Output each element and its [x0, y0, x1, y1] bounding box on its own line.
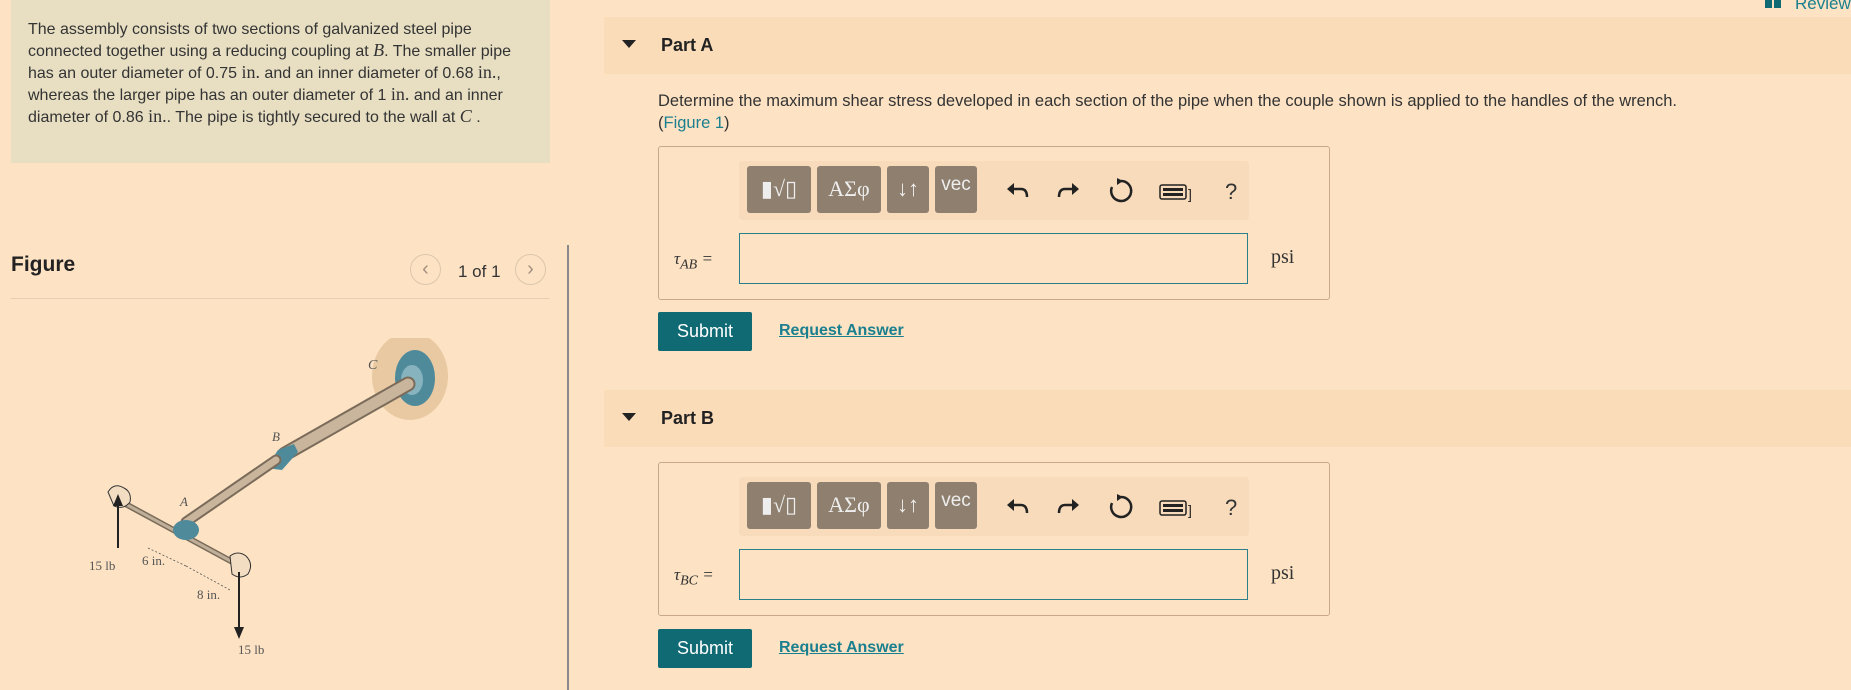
next-figure-button[interactable]: › [515, 254, 546, 285]
part-a-answer-box: ▮√▯ ΑΣφ ↓↑ vec ] ? τAB = psi [658, 146, 1330, 300]
keyboard-icon[interactable]: ] [1157, 491, 1197, 523]
arrows-button[interactable]: ↓↑ [887, 166, 929, 213]
tau-ab-label: τAB = [674, 249, 713, 273]
tau-subscript: AB [680, 257, 698, 273]
templates-button[interactable]: ▮√▯ [747, 166, 811, 213]
pipe-wrench-figure: C B A 15 lb 6 in. 8 in. 15 lb [90, 338, 448, 657]
keyboard-icon[interactable]: ] [1157, 175, 1197, 207]
panel-divider [567, 245, 569, 690]
vector-button[interactable]: vec [935, 166, 977, 213]
label-a: A [179, 494, 188, 509]
unit-in-2: in. [477, 62, 497, 82]
equals-sign: = [697, 565, 714, 584]
label-c: C [368, 358, 378, 373]
templates-button[interactable]: ▮√▯ [747, 482, 811, 529]
equals-sign: = [697, 249, 713, 268]
part-b-units: psi [1271, 562, 1295, 584]
svg-text:]: ] [1188, 502, 1192, 518]
tau-subscript: BC [680, 573, 698, 589]
greek-symbols-button[interactable]: ΑΣφ [817, 482, 881, 529]
math-toolbar: ▮√▯ ΑΣφ ↓↑ vec ] ? [739, 477, 1249, 536]
wrench-hub [173, 520, 199, 540]
figure-divider [11, 298, 549, 299]
problem-text-6: . The pipe is tightly secured to the wal… [166, 109, 460, 126]
review-icon[interactable] [1765, 0, 1781, 8]
tau-bc-input[interactable] [739, 549, 1248, 600]
point-b-symbol: B [373, 40, 385, 60]
small-pipe [182, 456, 280, 526]
figure-pager-text: 1 of 1 [458, 262, 501, 281]
force-arrowhead-down [234, 627, 244, 639]
greek-symbols-button[interactable]: ΑΣφ [817, 166, 881, 213]
problem-text-3: and an inner diameter of 0.68 [259, 65, 478, 82]
prev-figure-button[interactable]: ‹ [410, 254, 441, 285]
part-a-submit-button[interactable]: Submit [658, 312, 752, 351]
redo-icon[interactable] [1053, 491, 1085, 523]
undo-icon[interactable] [1001, 491, 1033, 523]
large-pipe [279, 378, 414, 460]
label-b: B [272, 429, 280, 444]
redo-icon[interactable] [1053, 175, 1085, 207]
help-icon[interactable]: ? [1225, 495, 1237, 521]
figure-title: Figure [11, 253, 76, 276]
point-c-symbol: C [459, 106, 472, 126]
tau-bc-label: τBC = [674, 565, 714, 589]
part-a-units: psi [1271, 246, 1295, 268]
left-panel: The assembly consists of two sections of… [0, 0, 567, 690]
help-icon[interactable]: ? [1225, 179, 1237, 205]
collapse-triangle-icon[interactable] [622, 413, 636, 421]
part-a-header[interactable]: Part A [604, 17, 1851, 74]
unit-in-4: in. [148, 106, 167, 126]
math-toolbar: ▮√▯ ΑΣφ ↓↑ vec ] ? [739, 161, 1249, 220]
right-hand [229, 552, 252, 578]
problem-statement: The assembly consists of two sections of… [11, 0, 550, 163]
reset-icon[interactable] [1105, 491, 1137, 523]
unit-in-1: in. [241, 62, 260, 82]
part-a-question: Determine the maximum shear stress devel… [658, 90, 1677, 134]
collapse-triangle-icon[interactable] [622, 40, 636, 48]
review-link[interactable]: Review [1795, 0, 1851, 14]
arrows-button[interactable]: ↓↑ [887, 482, 929, 529]
vector-button[interactable]: vec [935, 482, 977, 529]
problem-text-7: . [471, 109, 481, 126]
paren-close: ) [724, 114, 730, 132]
question-text: Determine the maximum shear stress devel… [658, 92, 1678, 110]
svg-text:]: ] [1188, 186, 1192, 202]
part-b-answer-box: ▮√▯ ΑΣφ ↓↑ vec ] ? τBC = psi [658, 462, 1330, 616]
part-b-header[interactable]: Part B [604, 390, 1851, 447]
part-a-request-answer-link[interactable]: Request Answer [779, 322, 904, 340]
unit-in-3: in. [390, 84, 410, 104]
reset-icon[interactable] [1105, 175, 1137, 207]
part-b-title: Part B [661, 408, 715, 428]
label-load-left: 15 lb [90, 558, 115, 573]
label-load-bottom: 15 lb [238, 642, 264, 657]
part-a-title: Part A [661, 35, 714, 55]
tau-ab-input[interactable] [739, 233, 1248, 284]
label-dim-6: 6 in. [142, 553, 165, 568]
label-dim-8: 8 in. [197, 587, 220, 602]
undo-icon[interactable] [1001, 175, 1033, 207]
part-b-request-answer-link[interactable]: Request Answer [779, 639, 904, 657]
part-b-submit-button[interactable]: Submit [658, 629, 752, 668]
figure-link[interactable]: Figure 1 [664, 114, 725, 132]
